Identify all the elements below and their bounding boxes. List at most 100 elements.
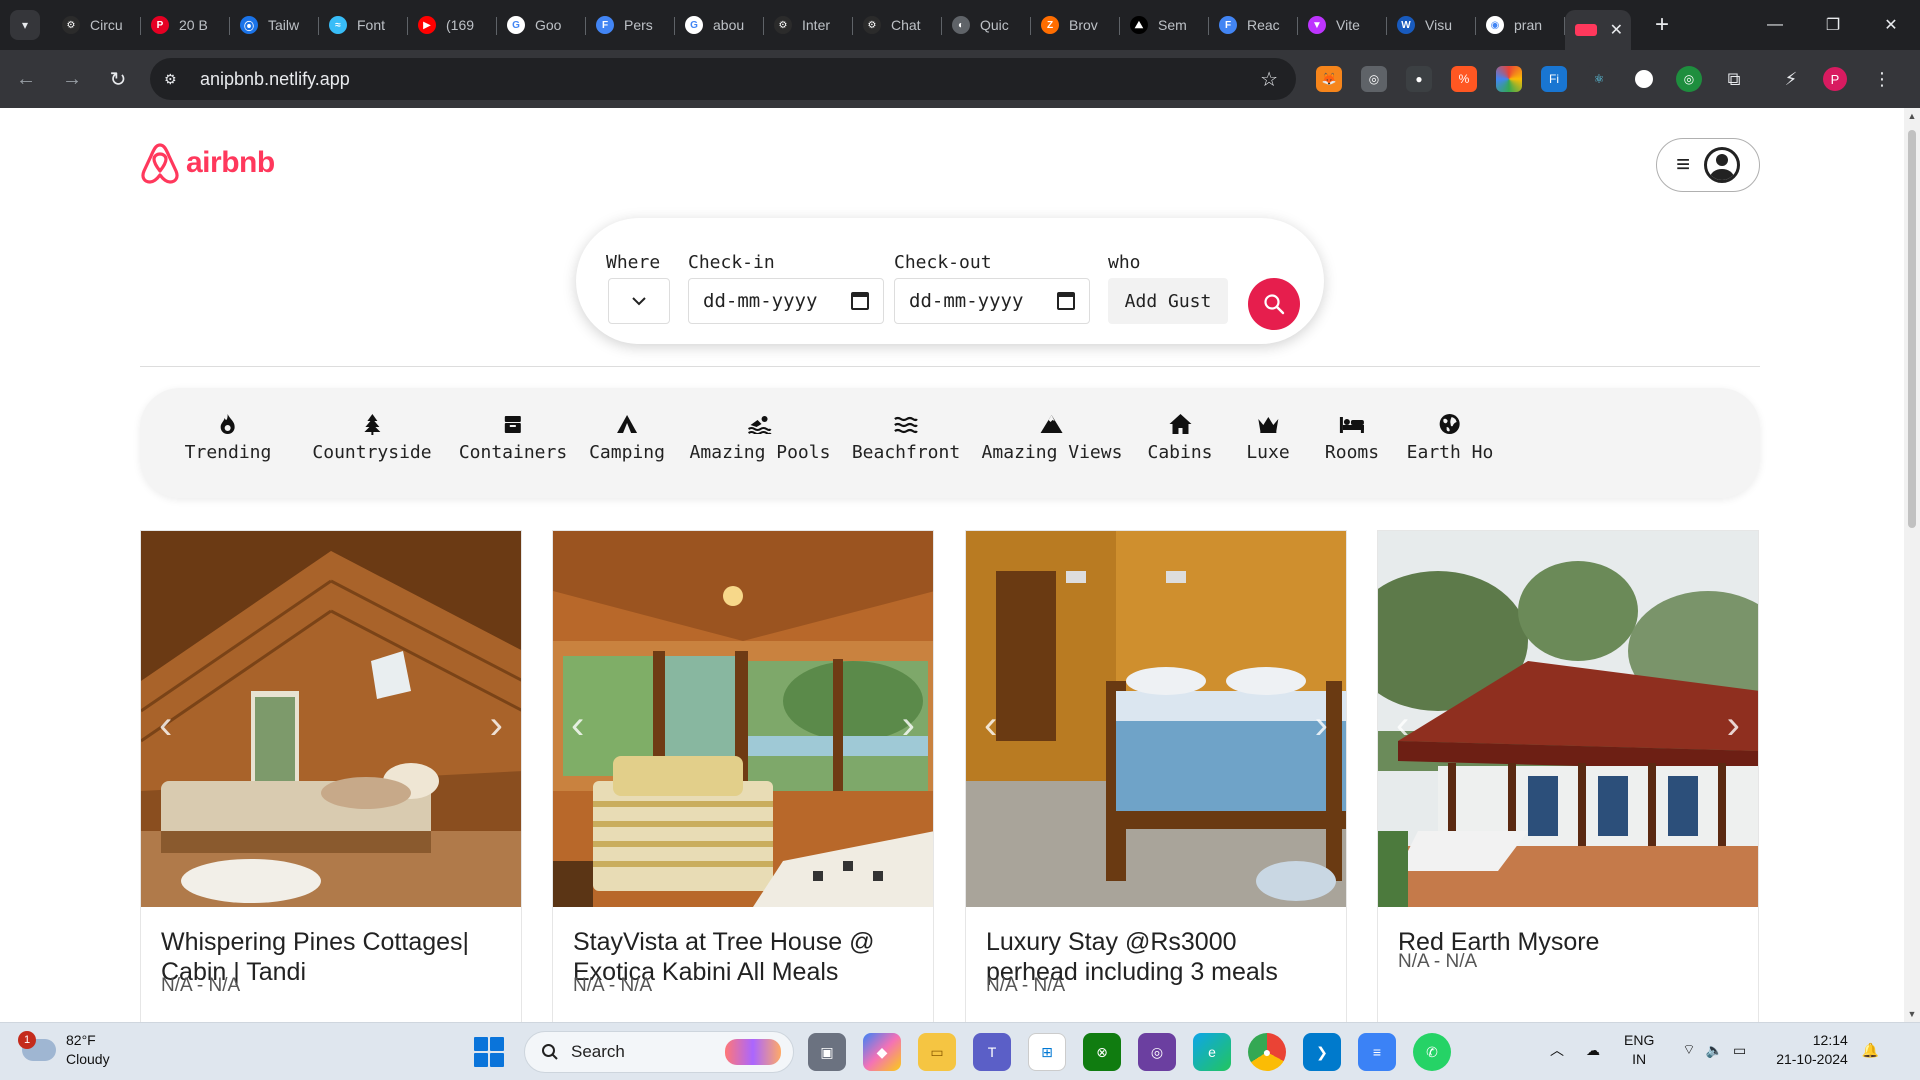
browser-tab[interactable]: ◉ pran bbox=[1476, 8, 1565, 42]
browser-tab[interactable]: Z Brov bbox=[1031, 8, 1120, 42]
minimize-button[interactable]: — bbox=[1746, 0, 1804, 50]
address-bar[interactable]: ⚙ anipbnb.netlify.app ☆ bbox=[150, 58, 1296, 100]
close-window-button[interactable]: ✕ bbox=[1862, 0, 1920, 50]
copilot-icon[interactable]: ◆ bbox=[863, 1033, 901, 1071]
category-containers[interactable]: Containers bbox=[459, 410, 567, 463]
restore-button[interactable]: ❐ bbox=[1804, 0, 1862, 50]
category-camping[interactable]: Camping bbox=[589, 410, 665, 463]
language-indicator[interactable]: ENG IN bbox=[1624, 1031, 1654, 1069]
browser-tab[interactable]: ⚙ Chat bbox=[853, 8, 942, 42]
clock[interactable]: 12:14 21-10-2024 bbox=[1776, 1031, 1848, 1069]
extension-icon-8[interactable] bbox=[1635, 70, 1653, 88]
browser-tab[interactable]: W Visu bbox=[1387, 8, 1476, 42]
site-info-icon[interactable]: ⚙ bbox=[164, 71, 194, 88]
volume-icon[interactable]: 🔈 bbox=[1706, 1042, 1723, 1059]
user-menu-button[interactable]: ≡ bbox=[1656, 138, 1760, 192]
clipchamp-icon[interactable]: ◎ bbox=[1138, 1033, 1176, 1071]
carousel-next-icon[interactable]: › bbox=[902, 703, 915, 748]
category-amazing-views[interactable]: Amazing Views bbox=[982, 410, 1122, 463]
chrome-icon[interactable]: ● bbox=[1248, 1033, 1286, 1071]
back-button[interactable]: ← bbox=[6, 59, 46, 99]
battery-icon[interactable]: ▭ bbox=[1733, 1042, 1746, 1059]
file-explorer-icon[interactable]: ▭ bbox=[918, 1033, 956, 1071]
chevron-up-icon[interactable]: ︿ bbox=[1550, 1040, 1564, 1060]
browser-tab[interactable]: ⚙ Inter bbox=[764, 8, 853, 42]
carousel-prev-icon[interactable]: ‹ bbox=[159, 703, 172, 748]
xbox-icon[interactable]: ⊗ bbox=[1083, 1033, 1121, 1071]
weather-widget[interactable]: 1 82°F Cloudy bbox=[18, 1031, 110, 1069]
extension-icon-9[interactable]: ◎ bbox=[1676, 66, 1702, 92]
browser-tab[interactable]: ⛰ Sem bbox=[1120, 8, 1209, 42]
browser-tab[interactable]: ≈ Font bbox=[319, 8, 408, 42]
teams-icon[interactable]: T bbox=[973, 1033, 1011, 1071]
listing-photo[interactable] bbox=[141, 531, 521, 907]
carousel-next-icon[interactable]: › bbox=[490, 703, 503, 748]
active-browser-tab[interactable]: ✕ bbox=[1565, 10, 1631, 50]
notepad-icon[interactable]: ≡ bbox=[1358, 1033, 1396, 1071]
carousel-prev-icon[interactable]: ‹ bbox=[984, 703, 997, 748]
category-earth-ho[interactable]: Earth Ho bbox=[1407, 410, 1493, 463]
where-select[interactable] bbox=[608, 278, 670, 324]
scroll-down-arrow-icon[interactable]: ▼ bbox=[1904, 1006, 1920, 1022]
extension-icon-4[interactable]: % bbox=[1451, 66, 1477, 92]
start-button[interactable] bbox=[474, 1037, 504, 1067]
scrollbar-thumb[interactable] bbox=[1908, 130, 1916, 528]
listing-card[interactable]: ‹ › Luxury Stay @Rs3000 perhead including … bbox=[965, 530, 1347, 1022]
checkout-date-input[interactable]: dd-mm-yyyy bbox=[894, 278, 1090, 324]
colorpicker-extension-icon[interactable] bbox=[1496, 66, 1522, 92]
tab-search-button[interactable]: ▾ bbox=[10, 10, 40, 40]
category-luxe[interactable]: Luxe bbox=[1246, 410, 1290, 463]
carousel-prev-icon[interactable]: ‹ bbox=[1396, 703, 1409, 748]
listing-photo[interactable] bbox=[1378, 531, 1758, 907]
browser-tab[interactable]: F Reac bbox=[1209, 8, 1298, 42]
browser-tab[interactable]: ◐ Quic bbox=[942, 8, 1031, 42]
page-scrollbar[interactable]: ▲ ▼ bbox=[1904, 108, 1920, 1022]
listing-photo[interactable] bbox=[966, 531, 1346, 907]
wifi-icon[interactable]: ⌔ bbox=[1682, 1041, 1695, 1059]
checkin-date-input[interactable]: dd-mm-yyyy bbox=[688, 278, 884, 324]
calendar-icon[interactable] bbox=[851, 292, 869, 310]
scroll-up-arrow-icon[interactable]: ▲ bbox=[1904, 108, 1920, 124]
browser-tab[interactable]: ⚙ Circu bbox=[52, 8, 141, 42]
extension-icon-2[interactable]: ◎ bbox=[1361, 66, 1387, 92]
task-view-icon[interactable]: ▣ bbox=[808, 1033, 846, 1071]
performance-icon[interactable]: ⚡ bbox=[1778, 66, 1804, 92]
carousel-next-icon[interactable]: › bbox=[1727, 703, 1740, 748]
browser-tab[interactable]: Gabou bbox=[675, 8, 764, 42]
profile-avatar[interactable]: P bbox=[1823, 67, 1847, 91]
calendar-icon[interactable] bbox=[1057, 292, 1075, 310]
forward-button[interactable]: → bbox=[52, 59, 92, 99]
listing-card[interactable]: ‹ › StayVista at Tree House @ Exotica Kabi… bbox=[552, 530, 934, 1022]
category-rooms[interactable]: Rooms bbox=[1325, 410, 1379, 463]
taskbar-search[interactable]: Search bbox=[524, 1031, 794, 1073]
category-cabins[interactable]: Cabins bbox=[1147, 410, 1213, 463]
browser-menu-icon[interactable]: ⋮ bbox=[1869, 66, 1895, 92]
browser-tab[interactable]: ▼ Vite bbox=[1298, 8, 1387, 42]
vscode-icon[interactable]: ❯ bbox=[1303, 1033, 1341, 1071]
reload-button[interactable]: ↻ bbox=[98, 59, 138, 99]
listing-card[interactable]: ‹ › Red Earth Mysore N/A - N/A bbox=[1377, 530, 1759, 1022]
category-amazing-pools[interactable]: Amazing Pools bbox=[690, 410, 830, 463]
category-countryside[interactable]: Countryside bbox=[312, 410, 432, 463]
bookmark-star-icon[interactable]: ☆ bbox=[1260, 67, 1278, 92]
extension-icon-fi[interactable]: Fi bbox=[1541, 66, 1567, 92]
listing-card[interactable]: ‹ › Whispering Pines Cottages| Cabin | Tan… bbox=[140, 530, 522, 1022]
browser-tab[interactable]: ▶ (169 bbox=[408, 8, 497, 42]
whatsapp-icon[interactable]: ✆ bbox=[1413, 1033, 1451, 1071]
browser-tab[interactable]: ⦿ Tailw bbox=[230, 8, 319, 42]
onedrive-icon[interactable]: ☁ bbox=[1586, 1042, 1600, 1059]
add-guest-button[interactable]: Add Gust bbox=[1108, 278, 1228, 324]
airbnb-logo[interactable]: airbnb bbox=[140, 142, 275, 184]
new-tab-button[interactable]: + bbox=[1655, 11, 1669, 39]
notifications-icon[interactable]: 🔔 bbox=[1862, 1042, 1879, 1059]
category-trending[interactable]: Trending bbox=[185, 410, 271, 463]
metamask-extension-icon[interactable]: 🦊 bbox=[1316, 66, 1342, 92]
category-beachfront[interactable]: Beachfront bbox=[852, 410, 960, 463]
extension-icon-3[interactable]: ● bbox=[1406, 66, 1432, 92]
browser-tab[interactable]: G Goo bbox=[497, 8, 586, 42]
listing-photo[interactable] bbox=[553, 531, 933, 907]
microsoft-store-icon[interactable]: ⊞ bbox=[1028, 1033, 1066, 1071]
close-tab-icon[interactable]: ✕ bbox=[1610, 20, 1623, 40]
browser-tab[interactable]: P 20 B bbox=[141, 8, 230, 42]
browser-tab[interactable]: F Pers bbox=[586, 8, 675, 42]
